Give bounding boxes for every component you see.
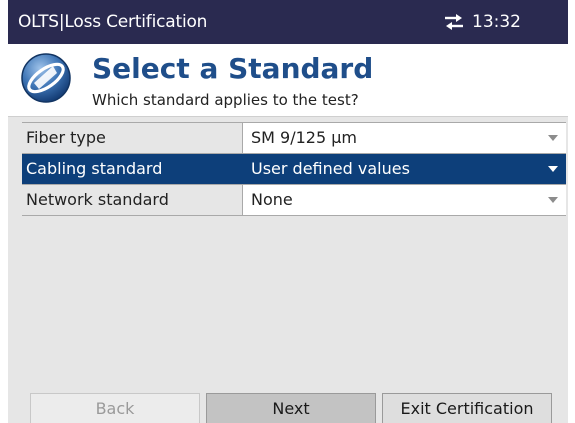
device-screen: OLTS|Loss Certification 13:32 Select a S…	[8, 0, 568, 423]
button-bar: Back Next Exit Certification	[8, 389, 568, 423]
page-subtitle: Which standard applies to the test?	[92, 91, 359, 109]
network-standard-label: Network standard	[26, 190, 169, 209]
fiber-type-label: Fiber type	[26, 128, 106, 147]
cabling-standard-dropdown[interactable]: User defined values	[242, 154, 566, 184]
network-standard-value: None	[251, 190, 293, 209]
chevron-down-icon	[548, 197, 558, 203]
network-transfer-icon	[443, 12, 465, 32]
standards-list: Fiber type SM 9/125 µm Cabling standard …	[22, 122, 566, 216]
page-header: Select a Standard Which standard applies…	[8, 44, 568, 117]
cabling-standard-value: User defined values	[251, 159, 410, 178]
chevron-down-icon	[548, 166, 558, 172]
page-title: Select a Standard	[92, 52, 374, 85]
status-bar: OLTS|Loss Certification 13:32	[8, 0, 568, 44]
row-fiber-type[interactable]: Fiber type SM 9/125 µm	[22, 122, 566, 153]
cabling-standard-label: Cabling standard	[26, 159, 163, 178]
fiber-type-dropdown[interactable]: SM 9/125 µm	[242, 123, 566, 153]
fiber-type-value: SM 9/125 µm	[251, 128, 358, 147]
globe-compass-icon	[20, 52, 72, 104]
row-network-standard[interactable]: Network standard None	[22, 184, 566, 216]
network-standard-dropdown[interactable]: None	[242, 185, 566, 215]
clock: 13:32	[472, 12, 521, 32]
app-title: OLTS|Loss Certification	[18, 12, 208, 32]
back-button[interactable]: Back	[30, 393, 200, 423]
chevron-down-icon	[548, 135, 558, 141]
row-cabling-standard[interactable]: Cabling standard User defined values	[22, 153, 566, 184]
exit-certification-button[interactable]: Exit Certification	[382, 393, 552, 423]
next-button[interactable]: Next	[206, 393, 376, 423]
